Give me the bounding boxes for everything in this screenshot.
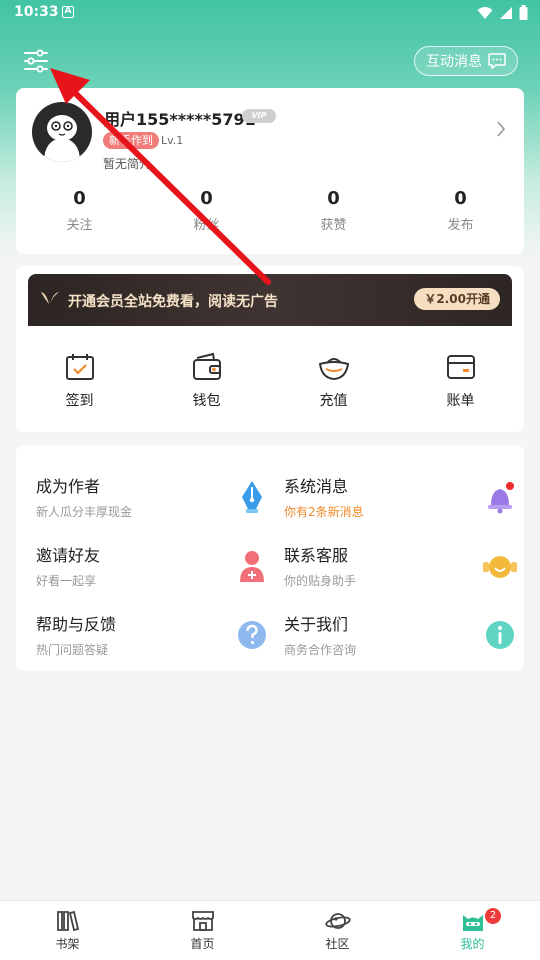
- status-bar: 10:33 A: [0, 0, 540, 24]
- stat-label: 粉丝: [193, 218, 220, 233]
- bottom-tab-bar: 书架 首页 社区 我的 2: [0, 900, 540, 960]
- menu-subtitle: 你有2条新消息: [284, 505, 364, 519]
- menu-invite-friends[interactable]: 邀请好友 好看一起享: [36, 528, 270, 588]
- tab-label: 书架: [55, 937, 80, 951]
- bookshelf-icon: [56, 910, 79, 932]
- quick-action-checkin[interactable]: 签到: [16, 326, 143, 432]
- quick-action-recharge[interactable]: 充值: [270, 326, 397, 432]
- info-icon: [486, 621, 514, 649]
- battery-icon: [519, 5, 528, 20]
- menu-title: 邀请好友: [36, 546, 101, 565]
- stat-label: 关注: [66, 218, 93, 233]
- interaction-messages-label: 互动消息: [426, 54, 482, 70]
- stat-followers[interactable]: 0 粉丝: [143, 188, 270, 233]
- planet-icon: [324, 913, 351, 929]
- service-menu: 成为作者 新人瓜分丰厚现金 系统消息 你有2条新消息 邀请好友 好看一起享 联系…: [16, 445, 524, 671]
- menu-subtitle: 新人瓜分丰厚现金: [36, 505, 133, 519]
- stat-value: 0: [454, 188, 467, 209]
- stat-likes[interactable]: 0 获赞: [270, 188, 397, 233]
- menu-contact-support[interactable]: 联系客服 你的贴身助手: [284, 528, 518, 588]
- tab-community[interactable]: 社区: [270, 901, 405, 960]
- headset-icon: [483, 556, 517, 578]
- vip-crown-logo-icon: [41, 292, 59, 304]
- profile-card[interactable]: 用户155*****5791 VIP 新手作到 Lv.1 暂无简介 0 关注 0…: [16, 88, 524, 254]
- menu-title: 成为作者: [36, 477, 101, 496]
- tab-label: 社区: [325, 937, 350, 951]
- wallet-icon: [192, 352, 221, 380]
- menu-system-messages[interactable]: 系统消息 你有2条新消息: [284, 459, 518, 519]
- vip-banner-text: 开通会员全站免费看，阅读无广告: [68, 294, 278, 310]
- avatar[interactable]: [32, 102, 92, 162]
- bell-icon: [488, 482, 514, 514]
- menu-become-author[interactable]: 成为作者 新人瓜分丰厚现金: [36, 459, 270, 519]
- newbie-badge: 新手作到: [103, 132, 159, 149]
- avatar-cartoon-icon: [44, 115, 80, 162]
- quick-action-label: 充值: [319, 393, 348, 409]
- quick-action-label: 账单: [446, 393, 475, 409]
- question-icon: [238, 621, 266, 649]
- vip-tag: VIP: [242, 109, 276, 123]
- menu-about-us[interactable]: 关于我们 商务合作咨询: [284, 597, 518, 657]
- vip-banner-container: 开通会员全站免费看，阅读无广告 ￥2.00开通: [16, 266, 524, 330]
- profile-cat-icon: [462, 915, 483, 931]
- menu-subtitle: 热门问题答疑: [36, 643, 109, 657]
- wifi-icon: [477, 6, 493, 19]
- menu-title: 关于我们: [284, 615, 349, 634]
- menu-subtitle: 好看一起享: [36, 574, 97, 588]
- status-time: 10:33: [14, 4, 59, 20]
- chevron-right-icon[interactable]: [496, 120, 506, 138]
- signal-icon: [500, 6, 512, 19]
- menu-title: 系统消息: [284, 477, 349, 496]
- tab-label: 首页: [190, 937, 215, 951]
- quick-action-bills[interactable]: 账单: [397, 326, 524, 432]
- stat-posts[interactable]: 0 发布: [397, 188, 524, 233]
- quick-action-wallet[interactable]: 钱包: [143, 326, 270, 432]
- menu-title: 联系客服: [284, 546, 349, 565]
- menu-title: 帮助与反馈: [36, 615, 117, 634]
- interaction-messages-button[interactable]: 互动消息: [414, 46, 518, 76]
- tab-mine[interactable]: 我的 2: [405, 901, 540, 960]
- menu-help-feedback[interactable]: 帮助与反馈 热门问题答疑: [36, 597, 270, 657]
- user-level: Lv.1: [161, 134, 184, 147]
- quick-action-label: 钱包: [192, 393, 221, 409]
- profile-stats: 0 关注 0 粉丝 0 获赞 0 发布: [16, 188, 524, 233]
- chat-bubble-icon: [488, 53, 506, 69]
- bill-card-icon: [446, 355, 475, 379]
- gold-ingot-icon: [318, 358, 349, 381]
- pen-nib-icon: [242, 481, 262, 513]
- quick-action-label: 签到: [65, 393, 94, 409]
- stat-label: 获赞: [320, 218, 347, 233]
- tab-home[interactable]: 首页: [135, 901, 270, 960]
- vip-banner[interactable]: 开通会员全站免费看，阅读无广告 ￥2.00开通: [28, 274, 512, 330]
- username: 用户155*****5791: [104, 110, 256, 129]
- tab-bookshelf[interactable]: 书架: [0, 901, 135, 960]
- menu-subtitle: 商务合作咨询: [284, 643, 357, 657]
- calendar-check-icon: [65, 354, 94, 380]
- stat-value: 0: [73, 188, 86, 209]
- status-icons: [477, 5, 528, 20]
- settings-button[interactable]: [22, 46, 50, 76]
- tab-label: 我的: [460, 937, 485, 951]
- stat-following[interactable]: 0 关注: [16, 188, 143, 233]
- user-bio: 暂无简介: [103, 157, 152, 171]
- stat-label: 发布: [447, 218, 474, 233]
- add-friend-icon: [240, 551, 264, 582]
- notification-a-icon: A: [62, 6, 74, 18]
- settings-sliders-icon: [24, 49, 48, 73]
- stat-value: 0: [200, 188, 213, 209]
- stat-value: 0: [327, 188, 340, 209]
- menu-subtitle: 你的贴身助手: [284, 574, 357, 588]
- store-icon: [191, 911, 214, 931]
- quick-actions: 签到 钱包 充值 账单: [16, 326, 524, 432]
- notification-count-badge: 2: [485, 908, 501, 924]
- vip-open-button[interactable]: ￥2.00开通: [414, 288, 500, 310]
